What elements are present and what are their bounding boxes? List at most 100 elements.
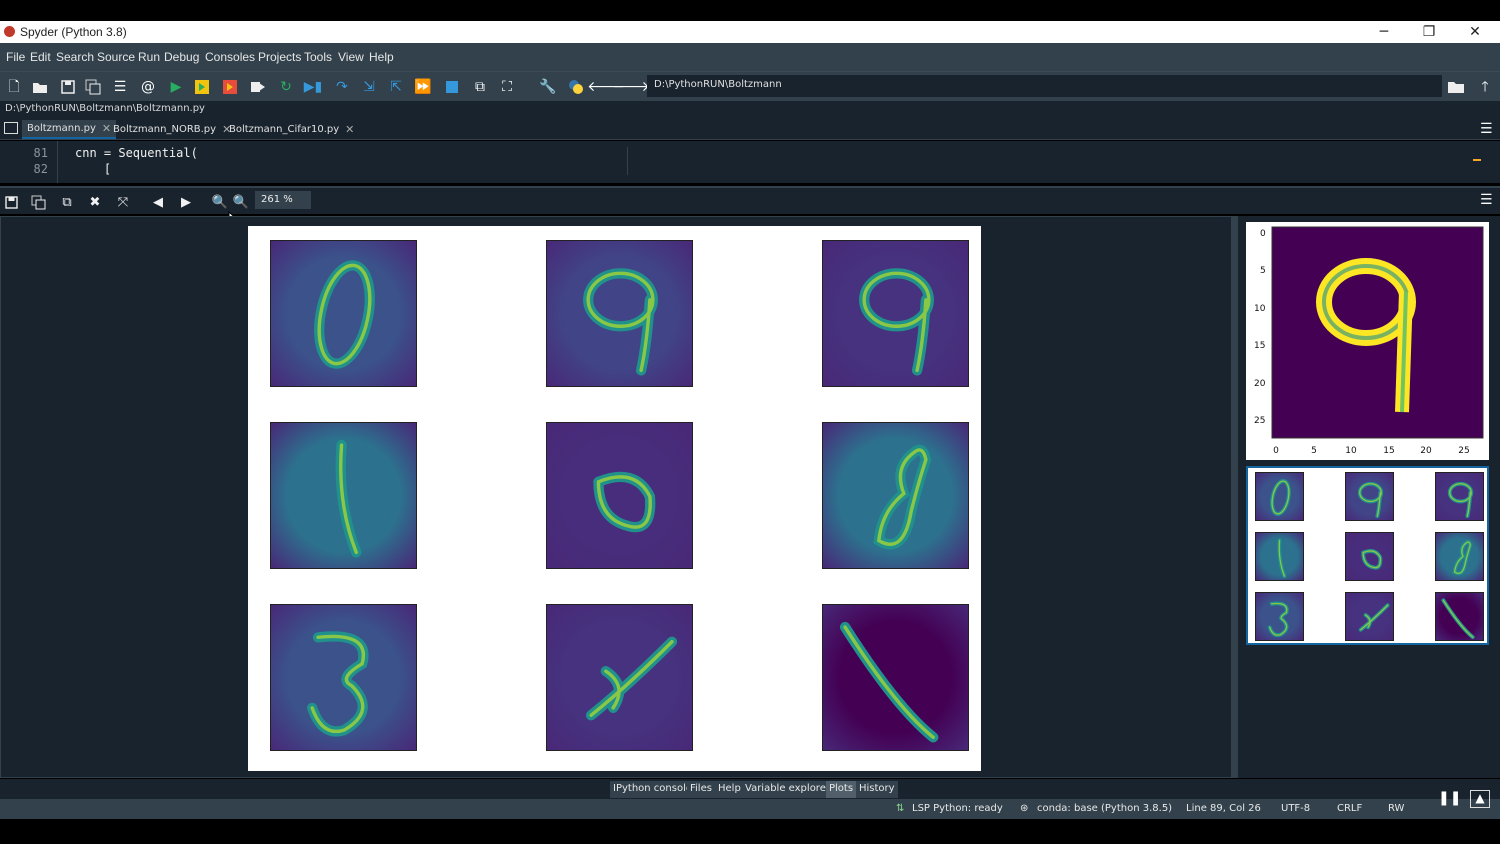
editor-tab-bar: Boltzmann.py ✕ Boltzmann_NORB.py ✕ Boltzma… bbox=[0, 118, 1500, 140]
plot-thumbnail-single-digit[interactable]: 0 5 10 15 20 25 0 5 10 15 20 25 bbox=[1246, 222, 1489, 460]
y-tick-label: 5 bbox=[1260, 266, 1266, 276]
new-file-icon[interactable]: 🗋 bbox=[4, 77, 24, 97]
run-cell-icon[interactable] bbox=[192, 77, 212, 97]
close-tab-icon[interactable]: ✕ bbox=[345, 123, 354, 136]
digit-image-6 bbox=[546, 422, 693, 569]
tab-history[interactable]: History bbox=[856, 781, 898, 798]
code-line[interactable]: [ bbox=[75, 162, 111, 176]
menu-view[interactable]: View bbox=[338, 50, 364, 64]
digit-image-0 bbox=[1255, 472, 1304, 521]
digit-image-7 bbox=[1435, 592, 1484, 641]
digit-image-9 bbox=[546, 240, 693, 387]
picture-in-picture-icon[interactable]: ▲ bbox=[1470, 790, 1490, 808]
menu-tools[interactable]: Tools bbox=[304, 50, 332, 64]
y-tick-label: 15 bbox=[1254, 341, 1265, 351]
digit-grid-figure bbox=[248, 226, 981, 771]
pause-icon[interactable]: ❚❚ bbox=[1438, 790, 1461, 808]
copy-plot-icon[interactable]: ⧉ bbox=[57, 193, 77, 211]
python-path-icon[interactable] bbox=[566, 77, 586, 97]
digit-image-4 bbox=[1345, 592, 1394, 641]
wrench-icon[interactable]: 🔧 bbox=[538, 77, 558, 97]
menu-run[interactable]: Run bbox=[138, 50, 160, 64]
line-number: 81 bbox=[33, 146, 48, 160]
conda-environment[interactable]: conda: base (Python 3.8.5) bbox=[1037, 803, 1172, 814]
tab-variable-explorer[interactable]: Variable explorer bbox=[742, 781, 833, 798]
x-tick-label: 0 bbox=[1273, 446, 1279, 456]
rerun-icon[interactable]: ↻ bbox=[276, 77, 296, 97]
browse-folder-icon[interactable] bbox=[1446, 77, 1466, 97]
tab-help[interactable]: Help bbox=[715, 781, 744, 798]
save-all-icon[interactable] bbox=[83, 77, 103, 97]
run-icon[interactable]: ▶ bbox=[166, 77, 186, 97]
x-tick-label: 20 bbox=[1420, 446, 1432, 456]
remove-all-plots-icon[interactable]: ⤧ bbox=[113, 193, 133, 211]
parent-directory-icon[interactable]: 🡑 bbox=[1475, 77, 1495, 97]
tab-files[interactable]: Files bbox=[687, 781, 715, 798]
previous-plot-icon[interactable]: ◀ bbox=[148, 193, 168, 211]
digit-image-1 bbox=[1255, 532, 1304, 581]
tab-boltzmann-norb[interactable]: Boltzmann_NORB.py ✕ bbox=[108, 120, 236, 139]
line-number-gutter: 81 82 bbox=[0, 141, 58, 183]
continue-icon[interactable]: ⏩ bbox=[413, 77, 433, 97]
editor-options-menu-icon[interactable]: ☰ bbox=[1480, 121, 1493, 137]
y-tick-label: 20 bbox=[1254, 379, 1266, 389]
file-encoding: UTF-8 bbox=[1281, 803, 1311, 814]
menu-debug[interactable]: Debug bbox=[164, 50, 199, 64]
tab-boltzmann[interactable]: Boltzmann.py ✕ bbox=[22, 120, 117, 139]
digit-image-8 bbox=[1435, 532, 1484, 581]
menu-edit[interactable]: Edit bbox=[30, 50, 51, 64]
working-directory-input[interactable]: D:\PythonRUN\Boltzmann bbox=[647, 75, 1442, 97]
y-tick-label: 0 bbox=[1260, 229, 1266, 239]
run-cell-advance-icon[interactable] bbox=[220, 77, 240, 97]
y-tick-label: 25 bbox=[1254, 416, 1265, 426]
cursor-position: Line 89, Col 26 bbox=[1186, 803, 1261, 814]
zoom-in-icon[interactable]: 🔍 bbox=[231, 193, 251, 211]
next-plot-icon[interactable]: ▶ bbox=[176, 193, 196, 211]
menu-consoles[interactable]: Consoles bbox=[205, 50, 255, 64]
tab-boltzmann-cifar10[interactable]: Boltzmann_Cifar10.py ✕ bbox=[224, 120, 359, 139]
menu-help[interactable]: Help bbox=[369, 50, 394, 64]
tab-ipython-console[interactable]: IPython console bbox=[610, 781, 696, 798]
plots-options-menu-icon[interactable]: ☰ bbox=[1480, 192, 1493, 208]
save-plot-icon[interactable] bbox=[1, 193, 21, 211]
digit-image-9 bbox=[1435, 472, 1484, 521]
code-line[interactable]: cnn = Sequential( bbox=[75, 146, 198, 160]
scrollbar-marker bbox=[1473, 159, 1481, 161]
menu-projects[interactable]: Projects bbox=[258, 50, 301, 64]
digit-image-7 bbox=[822, 604, 969, 751]
zoom-out-icon[interactable]: 🔍 bbox=[210, 193, 230, 211]
window-title-bar: Spyder (Python 3.8) ─ ❐ ✕ bbox=[0, 21, 1500, 43]
minimize-button[interactable]: ─ bbox=[1361, 21, 1407, 43]
code-editor[interactable]: 81 82 cnn = Sequential( [ bbox=[0, 141, 1500, 183]
window-title: Spyder (Python 3.8) bbox=[20, 25, 127, 39]
edge-line bbox=[627, 147, 628, 175]
menu-file[interactable]: File bbox=[6, 50, 25, 64]
step-icon[interactable]: ↷ bbox=[332, 77, 352, 97]
open-folder-icon[interactable] bbox=[30, 77, 50, 97]
tab-plots[interactable]: Plots bbox=[826, 781, 857, 798]
stop-icon[interactable] bbox=[442, 77, 462, 97]
fullscreen-icon[interactable]: ⛶ bbox=[497, 77, 517, 97]
plot-thumbnail-digit-grid[interactable] bbox=[1246, 466, 1489, 645]
at-icon[interactable]: @ bbox=[138, 77, 158, 97]
menu-search[interactable]: Search bbox=[56, 50, 94, 64]
run-selection-icon[interactable] bbox=[248, 77, 268, 97]
lsp-status[interactable]: LSP Python: ready bbox=[912, 803, 1003, 814]
zoom-level-field[interactable]: 261 % bbox=[255, 191, 311, 209]
maximize-pane-icon[interactable]: ⧉ bbox=[470, 77, 490, 97]
debug-icon[interactable]: ▶▮ bbox=[303, 77, 323, 97]
digit-image-3 bbox=[1255, 592, 1304, 641]
step-return-icon[interactable]: ⇱ bbox=[386, 77, 406, 97]
remove-plot-icon[interactable]: ✖ bbox=[85, 193, 105, 211]
conda-icon: ⊛ bbox=[1020, 803, 1029, 814]
browse-tabs-icon[interactable] bbox=[4, 122, 18, 134]
digit-image-4 bbox=[546, 604, 693, 751]
step-into-icon[interactable]: ⇲ bbox=[359, 77, 379, 97]
save-all-plots-icon[interactable] bbox=[28, 193, 48, 211]
menu-source[interactable]: Source bbox=[97, 50, 135, 64]
save-icon[interactable] bbox=[58, 77, 78, 97]
close-button[interactable]: ✕ bbox=[1452, 21, 1498, 43]
maximize-button[interactable]: ❐ bbox=[1406, 21, 1452, 43]
outline-icon[interactable]: ☰ bbox=[110, 77, 130, 97]
forward-icon[interactable]: 🡒 bbox=[612, 77, 650, 97]
